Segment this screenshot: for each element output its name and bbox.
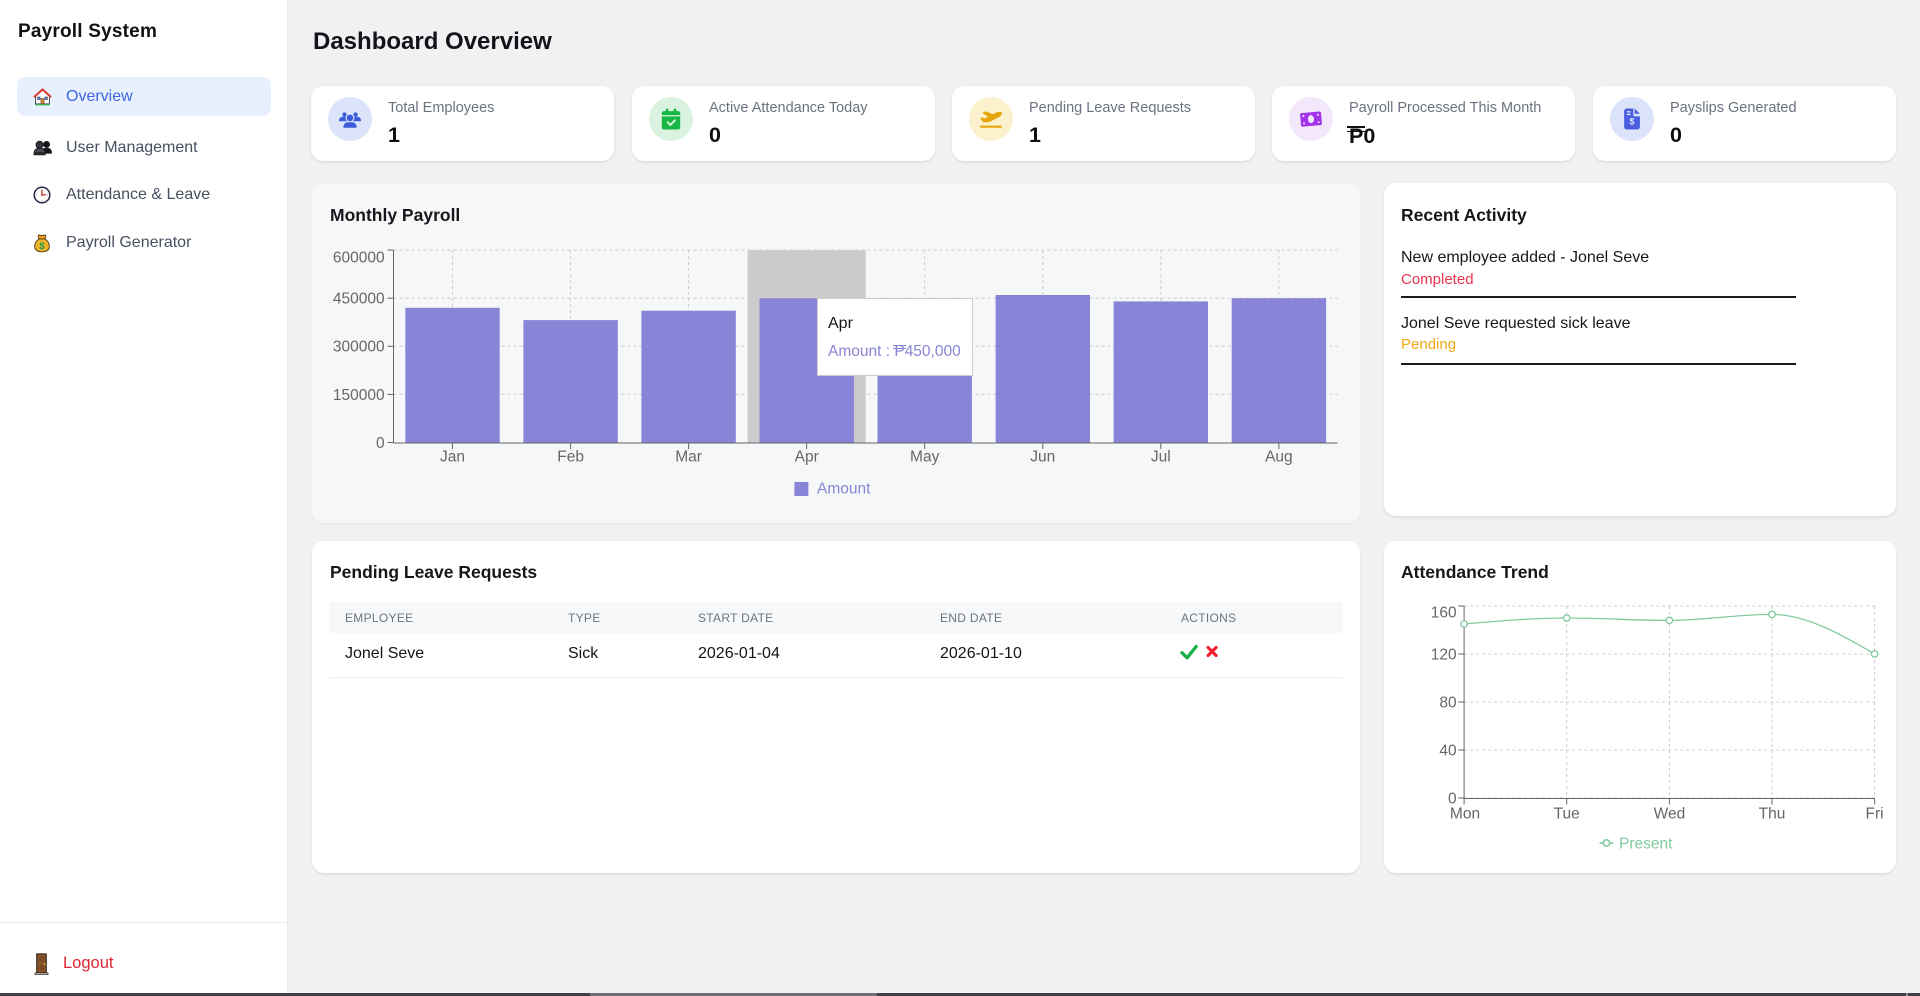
svg-text:150000: 150000 (333, 387, 385, 404)
svg-text:300000: 300000 (333, 339, 385, 356)
svg-text:Present: Present (1619, 835, 1673, 852)
svg-text:$: $ (1629, 116, 1634, 126)
svg-text:Apr: Apr (795, 449, 819, 466)
svg-text:80: 80 (1439, 694, 1457, 711)
svg-text:Jul: Jul (1151, 449, 1171, 466)
svg-text:450000: 450000 (333, 291, 385, 308)
svg-text:Amount: Amount (817, 481, 871, 498)
svg-text:40: 40 (1439, 742, 1457, 759)
svg-text:Aug: Aug (1265, 449, 1293, 466)
svg-text:0: 0 (376, 435, 385, 452)
svg-text:Tue: Tue (1554, 806, 1580, 823)
svg-text:Jun: Jun (1030, 449, 1055, 466)
svg-text:Feb: Feb (557, 449, 584, 466)
svg-text:May: May (910, 449, 940, 466)
svg-text:600000: 600000 (333, 250, 385, 267)
svg-text:Fri: Fri (1866, 806, 1884, 823)
svg-text:Thu: Thu (1759, 806, 1786, 823)
svg-text:120: 120 (1431, 646, 1457, 663)
svg-text:Jan: Jan (440, 449, 465, 466)
svg-text:Mar: Mar (675, 449, 702, 466)
svg-text:Wed: Wed (1654, 806, 1686, 823)
svg-text:Mon: Mon (1450, 806, 1480, 823)
svg-text:$: $ (39, 241, 45, 252)
svg-text:160: 160 (1431, 605, 1457, 622)
